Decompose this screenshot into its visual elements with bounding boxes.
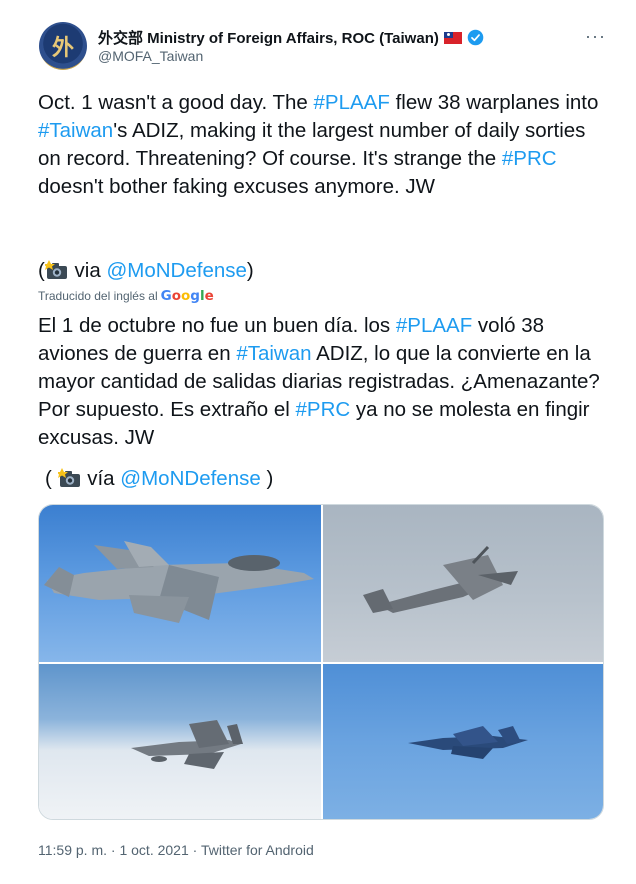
via-open-paren-translated: ( <box>45 467 52 490</box>
via-close-paren: ) <box>246 259 254 282</box>
text-segment: El 1 de octubre no fue un buen día. los <box>38 314 396 337</box>
text-segment: Oct. 1 wasn't a good day. The <box>38 91 314 114</box>
via-open-paren: ( <box>38 259 45 282</box>
google-logo-letter: G <box>160 288 172 304</box>
mention-link[interactable]: @MoNDefense <box>106 259 246 282</box>
meta-separator: · <box>107 842 120 858</box>
google-logo[interactable]: Google <box>161 288 214 304</box>
via-word: via <box>74 259 101 282</box>
avatar[interactable]: 外 <box>39 22 87 70</box>
media-grid <box>38 504 604 820</box>
via-word-translated: vía <box>87 467 115 490</box>
verified-badge-icon <box>467 29 484 46</box>
hashtag-link[interactable]: #PRC <box>502 147 557 170</box>
fighter-jet-photo[interactable] <box>39 505 321 662</box>
translated-label: Traducido del inglés al <box>38 289 158 303</box>
tweet-date[interactable]: 1 oct. 2021 <box>119 842 188 858</box>
taiwan-flag-icon <box>443 31 462 44</box>
camera-flash-icon <box>44 260 67 279</box>
camera-flash-icon <box>57 468 80 487</box>
translation-attribution: Traducido del inglés al Google <box>38 288 214 304</box>
tweet-meta: 11:59 p. m. · 1 oct. 2021 · Twitter for … <box>38 842 314 858</box>
tweet-source: Twitter for Android <box>200 842 314 858</box>
tweet-text: Oct. 1 wasn't a good day. The #PLAAF fle… <box>38 89 613 201</box>
name-row: 外交部 Ministry of Foreign Affairs, ROC (Ta… <box>98 27 484 48</box>
more-options-icon[interactable]: ··· <box>585 26 606 47</box>
via-line-translated: ( vía @MoNDefense ) <box>45 465 273 493</box>
meta-separator: · <box>188 842 201 858</box>
display-name[interactable]: 外交部 Ministry of Foreign Affairs, ROC (Ta… <box>98 27 439 48</box>
hashtag-link[interactable]: #PRC <box>296 398 351 421</box>
hashtag-link[interactable]: #PLAAF <box>396 314 472 337</box>
mention-link-translated[interactable]: @MoNDefense <box>120 467 260 490</box>
patrol-aircraft-photo[interactable] <box>323 505 603 662</box>
hashtag-link[interactable]: #Taiwan <box>38 119 113 142</box>
avatar-logo-text: 外 <box>51 35 74 61</box>
via-line: ( via @MoNDefense) <box>38 257 254 285</box>
bomber-photo[interactable] <box>39 664 321 819</box>
tweet-card: 外 外交部 Ministry of Foreign Affairs, ROC (… <box>0 0 636 884</box>
google-logo-letter: g <box>190 288 200 304</box>
google-logo-letter: o <box>171 288 181 304</box>
text-segment: doesn't bother faking excuses anymore. J… <box>38 175 436 198</box>
via-close-paren-translated: ) <box>266 467 274 490</box>
blue-fighter-photo[interactable] <box>323 664 603 819</box>
hashtag-link[interactable]: #PLAAF <box>314 91 390 114</box>
hashtag-link[interactable]: #Taiwan <box>236 342 311 365</box>
translated-text: El 1 de octubre no fue un buen día. los … <box>38 312 618 452</box>
text-segment: flew 38 warplanes into <box>389 91 599 114</box>
google-logo-letter: e <box>204 288 214 304</box>
google-logo-letter: o <box>181 288 191 304</box>
user-handle[interactable]: @MOFA_Taiwan <box>98 48 203 64</box>
tweet-time[interactable]: 11:59 p. m. <box>38 842 107 858</box>
